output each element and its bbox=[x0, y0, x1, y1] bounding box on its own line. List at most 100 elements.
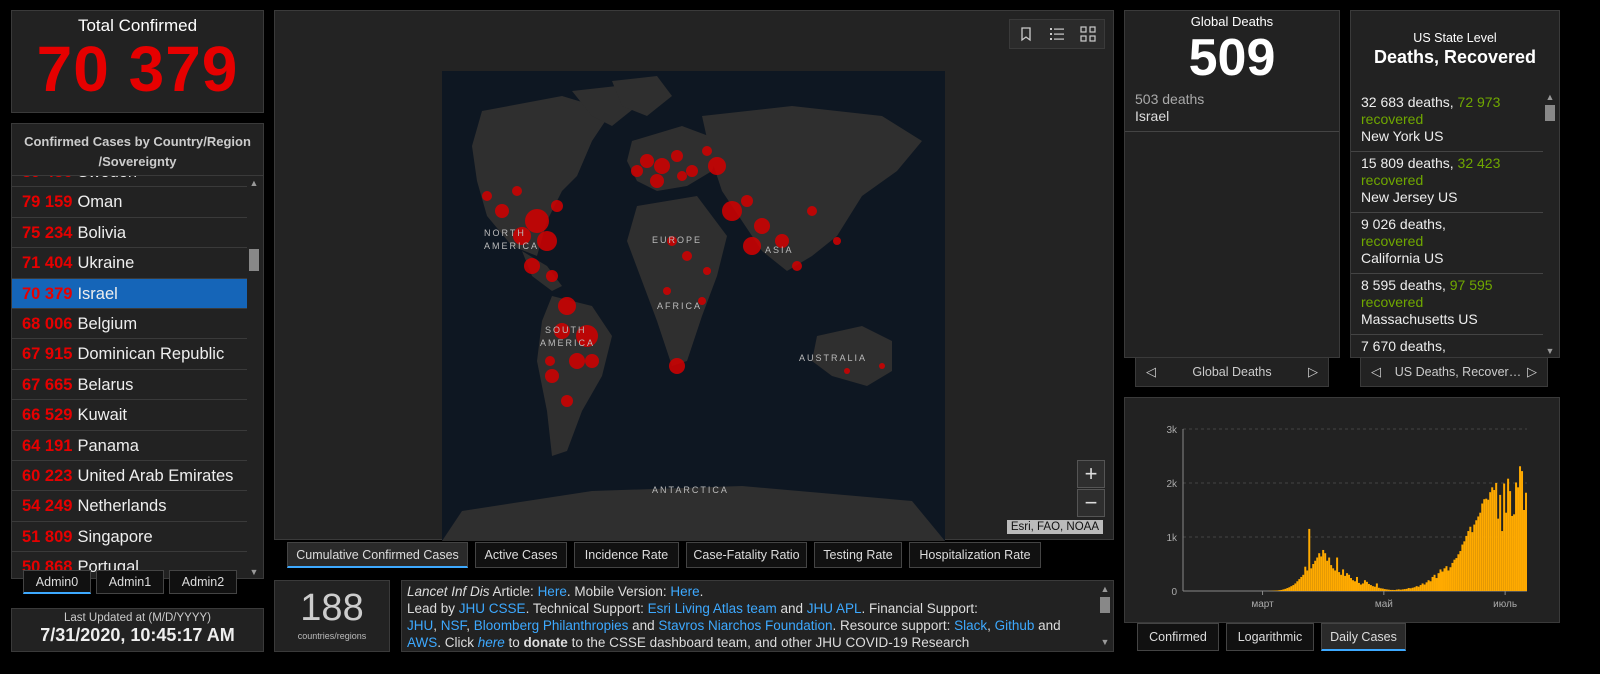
bar[interactable] bbox=[1387, 589, 1390, 591]
list-item[interactable]: 51 809 Singapore bbox=[12, 522, 248, 553]
bar[interactable] bbox=[1519, 466, 1522, 591]
bar[interactable] bbox=[1371, 586, 1374, 591]
bar[interactable] bbox=[1373, 586, 1376, 591]
scroll-up-icon[interactable]: ▲ bbox=[1097, 581, 1113, 598]
bar[interactable] bbox=[1306, 570, 1309, 591]
bar[interactable] bbox=[1292, 585, 1295, 591]
bar[interactable] bbox=[1419, 585, 1422, 591]
bar[interactable] bbox=[1483, 499, 1486, 591]
scroll-thumb[interactable] bbox=[249, 249, 259, 271]
scroll-thumb[interactable] bbox=[1100, 597, 1110, 613]
tab-active-cases[interactable]: Active Cases bbox=[475, 542, 567, 568]
zoom-in-button[interactable]: + bbox=[1077, 460, 1105, 488]
bar[interactable] bbox=[1417, 586, 1420, 591]
bar[interactable] bbox=[1475, 520, 1478, 591]
bar[interactable] bbox=[1352, 580, 1355, 591]
bar[interactable] bbox=[1515, 482, 1518, 591]
list-item[interactable]: 60 223 United Arab Emirates bbox=[12, 461, 248, 492]
bar[interactable] bbox=[1278, 590, 1281, 591]
list-item[interactable]: 8 595 deaths, 97 595 recovered Massachuset… bbox=[1351, 274, 1543, 335]
tab-hospitalization-rate[interactable]: Hospitalization Rate bbox=[909, 542, 1041, 568]
scroll-down-icon[interactable]: ▼ bbox=[1543, 345, 1557, 357]
bar[interactable] bbox=[1312, 564, 1315, 591]
github-link[interactable]: Github bbox=[995, 618, 1035, 633]
zoom-out-button[interactable]: − bbox=[1077, 489, 1105, 517]
bar[interactable] bbox=[1284, 588, 1287, 591]
bar[interactable] bbox=[1363, 580, 1366, 591]
mobile-version-link[interactable]: Here bbox=[670, 584, 699, 599]
bar[interactable] bbox=[1288, 587, 1291, 591]
country-list-scrollbar[interactable]: ▲ ▼ bbox=[247, 177, 261, 578]
scroll-down-icon[interactable]: ▼ bbox=[247, 566, 261, 578]
bar[interactable] bbox=[1304, 566, 1307, 591]
tab-incidence-rate[interactable]: Incidence Rate bbox=[574, 542, 679, 568]
bar[interactable] bbox=[1340, 574, 1343, 591]
bar[interactable] bbox=[1505, 512, 1508, 591]
tab-confirmed-chart[interactable]: Confirmed bbox=[1137, 623, 1219, 651]
bar[interactable] bbox=[1525, 492, 1527, 591]
bar[interactable] bbox=[1441, 571, 1444, 591]
bar[interactable] bbox=[1326, 560, 1329, 591]
stavros-link[interactable]: Stavros Niarchos Foundation bbox=[658, 618, 832, 633]
bar[interactable] bbox=[1344, 575, 1347, 591]
chevron-right-icon[interactable]: ▷ bbox=[1308, 358, 1318, 386]
bar[interactable] bbox=[1501, 531, 1504, 591]
bar[interactable] bbox=[1459, 551, 1462, 591]
bar[interactable] bbox=[1409, 588, 1412, 591]
bar[interactable] bbox=[1359, 584, 1362, 591]
bar[interactable] bbox=[1489, 492, 1492, 591]
bar[interactable] bbox=[1447, 570, 1450, 591]
bar[interactable] bbox=[1318, 553, 1321, 591]
bar[interactable] bbox=[1437, 573, 1440, 591]
bar[interactable] bbox=[1302, 574, 1305, 591]
tab-logarithmic-chart[interactable]: Logarithmic bbox=[1226, 623, 1314, 651]
bar[interactable] bbox=[1391, 589, 1394, 591]
bar[interactable] bbox=[1517, 487, 1520, 591]
bar[interactable] bbox=[1298, 579, 1301, 591]
bar[interactable] bbox=[1379, 588, 1382, 591]
bar[interactable] bbox=[1377, 587, 1380, 591]
scroll-down-icon[interactable]: ▼ bbox=[1097, 634, 1113, 651]
list-item[interactable]: 54 249 Netherlands bbox=[12, 491, 248, 522]
list-item[interactable]: 7 670 deaths, recoveredIllinois US bbox=[1351, 335, 1543, 357]
jhu-apl-link[interactable]: JHU APL bbox=[807, 601, 862, 616]
bar[interactable] bbox=[1467, 531, 1470, 591]
list-item[interactable]: 75 234 Bolivia bbox=[12, 218, 248, 249]
bar[interactable] bbox=[1471, 532, 1474, 591]
bar[interactable] bbox=[1493, 490, 1496, 591]
list-item[interactable]: 9 026 deaths, recovered California US bbox=[1351, 213, 1543, 274]
bar[interactable] bbox=[1332, 568, 1335, 591]
bar[interactable] bbox=[1407, 588, 1410, 591]
slack-link[interactable]: Slack bbox=[954, 618, 987, 633]
bar[interactable] bbox=[1381, 588, 1384, 591]
bar[interactable] bbox=[1495, 483, 1498, 591]
bar[interactable] bbox=[1355, 576, 1358, 591]
bar[interactable] bbox=[1357, 582, 1360, 591]
bar[interactable] bbox=[1367, 583, 1370, 591]
bar[interactable] bbox=[1411, 587, 1414, 591]
list-item[interactable]: 79 159 Oman bbox=[12, 187, 248, 218]
bar[interactable] bbox=[1439, 569, 1442, 591]
bar[interactable] bbox=[1399, 589, 1402, 591]
chevron-right-icon[interactable]: ▷ bbox=[1527, 358, 1537, 386]
scroll-up-icon[interactable]: ▲ bbox=[247, 177, 261, 189]
bar[interactable] bbox=[1429, 581, 1432, 591]
bar[interactable] bbox=[1487, 499, 1490, 591]
list-item[interactable]: 66 529 Kuwait bbox=[12, 400, 248, 431]
bar[interactable] bbox=[1445, 566, 1448, 591]
chevron-left-icon[interactable]: ◁ bbox=[1146, 358, 1156, 386]
bar[interactable] bbox=[1491, 487, 1494, 591]
bar[interactable] bbox=[1443, 568, 1446, 591]
bloomberg-link[interactable]: Bloomberg Philanthropies bbox=[474, 618, 629, 633]
donate-here-link[interactable]: here bbox=[478, 635, 505, 650]
bar[interactable] bbox=[1401, 589, 1404, 591]
bar[interactable] bbox=[1385, 589, 1388, 591]
scroll-thumb[interactable] bbox=[1545, 105, 1555, 121]
bar[interactable] bbox=[1477, 516, 1480, 591]
bar[interactable] bbox=[1316, 557, 1319, 591]
info-scrollbar[interactable]: ▲ ▼ bbox=[1097, 581, 1113, 651]
bar[interactable] bbox=[1310, 568, 1313, 591]
basemap-gallery-icon[interactable] bbox=[1080, 26, 1096, 42]
bar[interactable] bbox=[1280, 589, 1283, 591]
bar[interactable] bbox=[1290, 586, 1293, 591]
